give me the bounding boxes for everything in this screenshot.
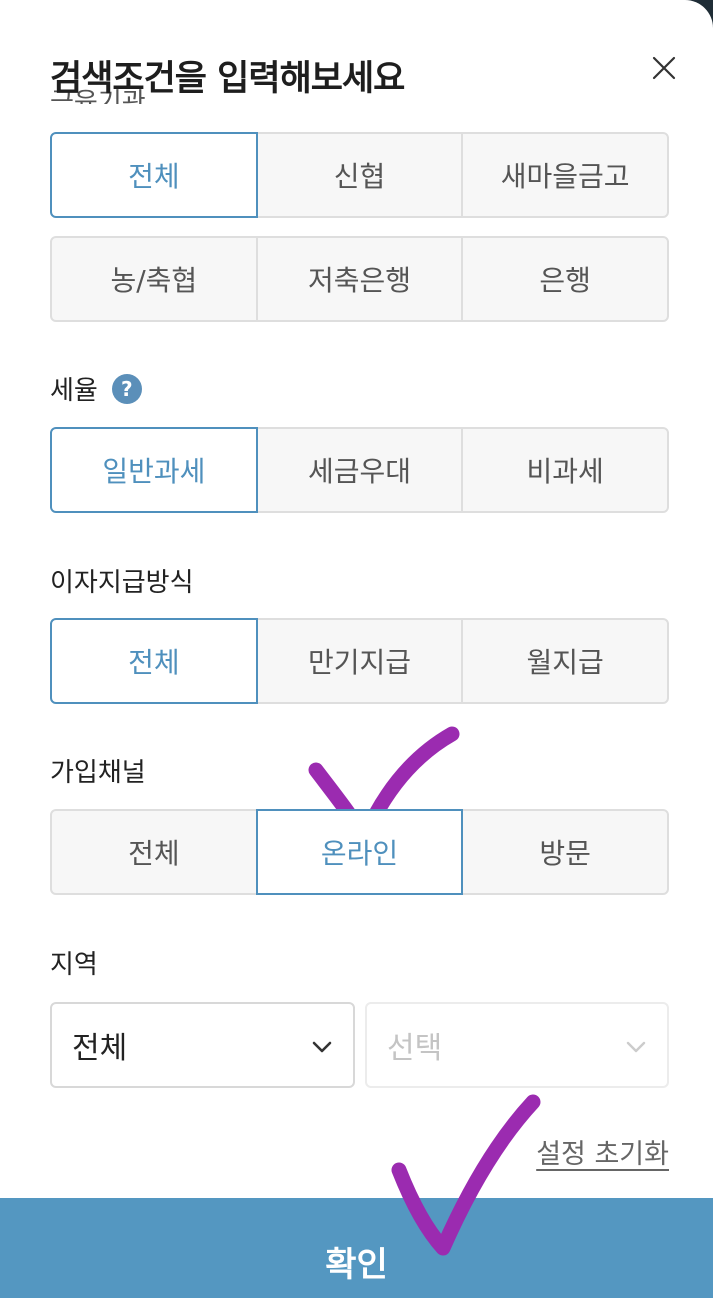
- interest-option-monthly[interactable]: 월지급: [461, 618, 670, 704]
- chevron-down-icon: [626, 1041, 646, 1053]
- tax-options: 일반과세 세금우대 비과세: [50, 427, 670, 513]
- interest-options: 전체 만기지급 월지급: [50, 618, 670, 704]
- channel-section-label: 가입채널: [50, 758, 146, 788]
- region-primary-select[interactable]: 전체: [50, 1002, 355, 1088]
- close-button[interactable]: [648, 52, 680, 84]
- confirm-button[interactable]: 확인: [0, 1198, 713, 1298]
- tax-option-preferential[interactable]: 세금우대: [255, 427, 464, 513]
- tax-section-label: 세율 ?: [50, 370, 142, 407]
- channel-option-visit[interactable]: 방문: [461, 809, 670, 895]
- region-primary-value: 전체: [72, 1031, 128, 1066]
- close-icon: [652, 56, 676, 80]
- region-secondary-placeholder: 선택: [387, 1031, 443, 1066]
- institution-option-savings-bank[interactable]: 저축은행: [255, 236, 464, 322]
- institution-option-saemaeul[interactable]: 새마을금고: [461, 132, 670, 218]
- institution-option-all[interactable]: 전체: [50, 132, 258, 218]
- channel-option-online[interactable]: 온라인: [255, 809, 464, 895]
- institution-option-bank[interactable]: 은행: [461, 236, 670, 322]
- interest-section-label: 이자지급방식: [50, 568, 194, 598]
- region-section-label: 지역: [50, 950, 98, 980]
- channel-option-all[interactable]: 전체: [50, 809, 258, 895]
- tax-label-text: 세율: [50, 376, 98, 406]
- region-secondary-select: 선택: [365, 1002, 669, 1088]
- tax-option-general[interactable]: 일반과세: [50, 427, 258, 513]
- tax-option-exempt[interactable]: 비과세: [461, 427, 670, 513]
- institution-option-nonghyup[interactable]: 농/축협: [50, 236, 258, 322]
- institution-row-2: 농/축협 저축은행 은행: [50, 236, 670, 322]
- interest-option-all[interactable]: 전체: [50, 618, 258, 704]
- question-circle-icon[interactable]: ?: [111, 373, 142, 404]
- institution-option-credit-union[interactable]: 신협: [255, 132, 464, 218]
- interest-option-maturity[interactable]: 만기지급: [255, 618, 464, 704]
- institution-row-1: 전체 신협 새마을금고: [50, 132, 670, 218]
- channel-options: 전체 온라인 방문: [50, 809, 670, 895]
- reset-settings-link[interactable]: 설정 초기화: [536, 1132, 669, 1171]
- search-filter-sheet: 금융기관 검색조건을 입력해보세요 전체 신협 새마을금고 농/축협 저축은행 …: [0, 0, 713, 1298]
- modal-title: 검색조건을 입력해보세요: [50, 59, 405, 99]
- chevron-down-icon: [312, 1041, 332, 1053]
